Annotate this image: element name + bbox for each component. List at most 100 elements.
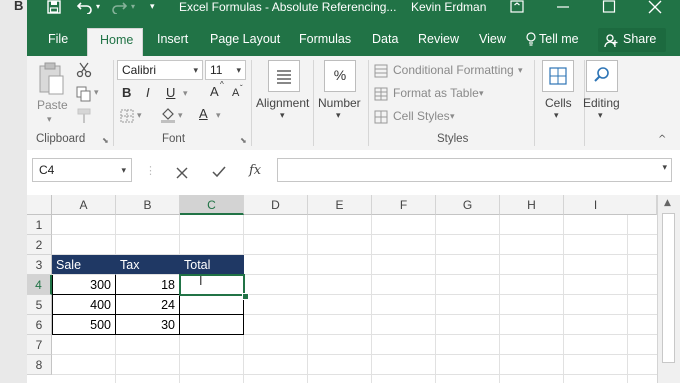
row-header-7[interactable]: 7 (27, 335, 52, 355)
alignment-button[interactable]: Alignment (256, 96, 309, 110)
expand-formula-bar-icon[interactable]: ▾ (662, 163, 667, 173)
cells-icon[interactable] (542, 60, 574, 92)
cell-b4[interactable]: 18 (116, 275, 180, 295)
maximize-icon[interactable] (602, 0, 616, 14)
cancel-entry-icon[interactable] (176, 164, 188, 183)
tab-view[interactable]: View (479, 32, 506, 46)
undo-icon[interactable] (76, 0, 93, 15)
editing-icon[interactable] (586, 60, 618, 92)
shrink-font-button[interactable]: A (232, 87, 239, 99)
copy-dropdown-icon[interactable]: ▾ (94, 87, 99, 98)
close-icon[interactable] (648, 0, 662, 14)
column-header-b[interactable]: B (116, 195, 180, 215)
cells-button[interactable]: Cells (545, 96, 572, 110)
column-header-f[interactable]: F (372, 195, 436, 215)
confirm-entry-icon[interactable] (212, 163, 226, 182)
row-header-1[interactable]: 1 (27, 215, 52, 235)
paste-dropdown-icon[interactable]: ▾ (47, 114, 52, 125)
name-box[interactable]: C4 ▾ (32, 158, 132, 182)
undo-dropdown-icon[interactable]: ▾ (96, 0, 100, 14)
cell-b3[interactable]: Tax (116, 255, 180, 275)
italic-button[interactable]: I (146, 85, 150, 100)
paste-icon[interactable] (37, 62, 65, 96)
name-box-dropdown-icon[interactable]: ▾ (121, 159, 126, 181)
formula-input[interactable]: ▾ (277, 158, 672, 182)
select-all-button[interactable] (27, 195, 52, 215)
cell-b6[interactable]: 30 (116, 315, 180, 335)
column-header-g[interactable]: G (436, 195, 500, 215)
font-launcher-icon[interactable]: ⬊ (240, 136, 247, 145)
underline-dropdown-icon[interactable]: ▾ (183, 88, 188, 99)
font-color-button[interactable]: A (199, 106, 208, 121)
tell-me-search[interactable]: Tell me (539, 32, 579, 46)
minimize-icon[interactable] (556, 0, 570, 14)
tab-formulas[interactable]: Formulas (299, 32, 351, 46)
column-header-i[interactable]: I (564, 195, 657, 215)
fill-color-icon[interactable] (160, 107, 176, 127)
number-button[interactable]: Number (318, 96, 361, 110)
row-header-3[interactable]: 3 (27, 255, 52, 275)
column-header-h[interactable]: H (500, 195, 564, 215)
format-as-table-button[interactable]: Format as Table (393, 86, 479, 100)
cell-styles-dropdown-icon[interactable]: ▾ (450, 111, 455, 122)
share-button[interactable]: Share (598, 28, 666, 52)
vertical-scrollbar[interactable]: ▲ (657, 195, 680, 383)
column-header-e[interactable]: E (308, 195, 372, 215)
insert-function-icon[interactable]: fx (249, 163, 261, 178)
clipboard-launcher-icon[interactable]: ⬊ (102, 136, 109, 145)
cell-c6[interactable] (180, 315, 244, 335)
alignment-dropdown-icon[interactable]: ▾ (280, 110, 285, 121)
grow-font-button[interactable]: A (210, 84, 219, 99)
borders-dropdown-icon[interactable]: ▾ (137, 110, 142, 121)
tab-review[interactable]: Review (418, 32, 459, 46)
font-size-box[interactable]: 11 ▾ (205, 60, 246, 80)
column-header-d[interactable]: D (244, 195, 308, 215)
tab-insert[interactable]: Insert (157, 32, 188, 46)
borders-icon[interactable] (120, 108, 134, 127)
copy-icon[interactable] (76, 86, 92, 106)
row-header-4[interactable]: 4 (27, 275, 52, 295)
row-header-8[interactable]: 8 (27, 355, 52, 375)
row-header-5[interactable]: 5 (27, 295, 52, 315)
cell-a4[interactable]: 300 (52, 275, 116, 295)
cell-a6[interactable]: 500 (52, 315, 116, 335)
collapse-ribbon-icon[interactable]: ^ (658, 134, 666, 145)
editing-button[interactable]: Editing (583, 96, 620, 110)
cell-c3[interactable]: Total (180, 255, 244, 275)
column-header-c[interactable]: C (180, 195, 244, 215)
font-name-dropdown-icon[interactable]: ▾ (193, 61, 198, 79)
format-as-table-dropdown-icon[interactable]: ▾ (479, 88, 484, 99)
row-header-2[interactable]: 2 (27, 235, 52, 255)
tab-page-layout[interactable]: Page Layout (210, 32, 280, 46)
editing-dropdown-icon[interactable]: ▾ (598, 110, 603, 121)
fill-handle[interactable] (242, 293, 249, 300)
tab-home[interactable]: Home (87, 28, 143, 56)
tab-data[interactable]: Data (372, 32, 398, 46)
conditional-formatting-dropdown-icon[interactable]: ▾ (518, 65, 523, 76)
cell-b5[interactable]: 24 (116, 295, 180, 315)
cut-icon[interactable] (76, 62, 92, 82)
cell-c5[interactable] (180, 295, 244, 315)
bold-button[interactable]: B (122, 85, 131, 100)
cell-a3[interactable]: Sale (52, 255, 116, 275)
column-header-a[interactable]: A (52, 195, 116, 215)
tab-file[interactable]: File (48, 32, 68, 46)
number-dropdown-icon[interactable]: ▾ (336, 110, 341, 121)
alignment-icon[interactable] (268, 60, 300, 92)
font-name-box[interactable]: Calibri ▾ (117, 60, 203, 80)
user-name[interactable]: Kevin Erdman (411, 0, 486, 14)
conditional-formatting-button[interactable]: Conditional Formatting (393, 63, 514, 77)
save-icon[interactable] (47, 0, 61, 14)
font-size-dropdown-icon[interactable]: ▾ (236, 61, 241, 79)
fill-color-dropdown-icon[interactable]: ▾ (178, 110, 183, 121)
cell-styles-button[interactable]: Cell Styles (393, 109, 450, 123)
row-header-6[interactable]: 6 (27, 315, 52, 335)
number-format-icon[interactable]: % (324, 60, 356, 92)
ribbon-display-options-icon[interactable] (510, 0, 524, 14)
font-color-dropdown-icon[interactable]: ▾ (216, 110, 221, 121)
paste-label[interactable]: Paste (37, 98, 68, 112)
cells-dropdown-icon[interactable]: ▾ (554, 110, 559, 121)
underline-button[interactable]: U (166, 85, 175, 100)
scroll-up-icon[interactable]: ▲ (664, 198, 671, 208)
customize-toolbar-icon[interactable]: ▾ (150, 0, 155, 14)
